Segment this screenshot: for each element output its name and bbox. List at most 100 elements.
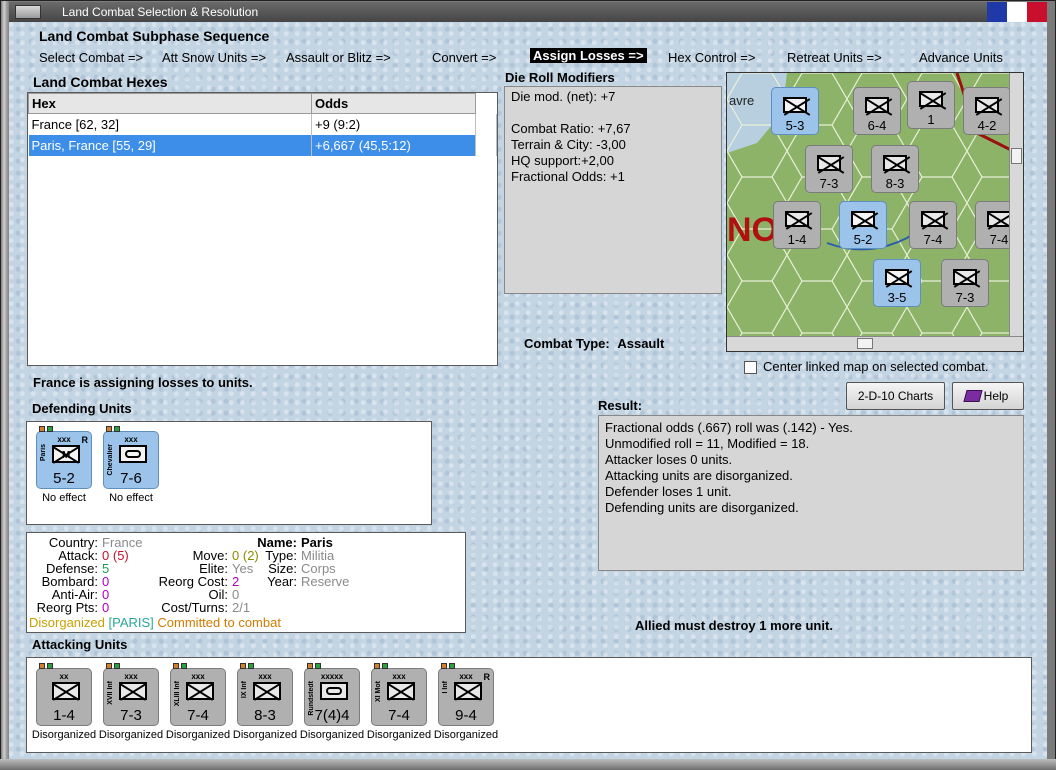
map-unit-counter[interactable]: 8-3 [871, 145, 919, 193]
table-row[interactable]: France [62, 32] +9 (9:2) [28, 113, 497, 135]
unit-counter[interactable]: xxx XLIII Inf 7-4 [170, 663, 226, 726]
map-unit-strength: 3-5 [887, 290, 907, 305]
map-unit-counter[interactable]: 5-3 [771, 87, 819, 135]
unit-caption: Disorganized [299, 729, 365, 741]
unit-strength: 7-4 [388, 707, 410, 724]
combat-hexes-table: Hex Odds France [62, 32] +9 (9:2) Paris,… [28, 93, 497, 156]
column-header-hex[interactable]: Hex [28, 93, 312, 114]
unit-status-dot [106, 663, 112, 669]
map-horizontal-scrollbar[interactable] [727, 336, 1023, 351]
step-retreat-units[interactable]: Retreat Units => [787, 50, 882, 65]
system-menu-icon[interactable] [15, 5, 41, 19]
infantry-symbol-icon [52, 682, 80, 700]
unit-caption: No effect [42, 492, 86, 504]
costturns-label: Cost/Turns: [161, 600, 228, 615]
result-line: Attacker loses 0 units. [605, 452, 733, 467]
armor-symbol-icon [320, 682, 348, 700]
center-map-checkbox[interactable] [744, 361, 757, 374]
map-unit-counter[interactable]: 4-2 [963, 87, 1011, 135]
map-unit-counter[interactable]: 7-4 [909, 201, 957, 249]
center-map-label: Center linked map on selected combat. [763, 359, 989, 374]
unit-counter[interactable]: xxx XVII Inf 7-3 [103, 663, 159, 726]
map-unit-counter[interactable]: 7-3 [805, 145, 853, 193]
step-att-snow-units[interactable]: Att Snow Units => [162, 50, 266, 65]
unit-name: Paris [40, 444, 47, 462]
unit-strength: 8-3 [254, 707, 276, 724]
unit-counter[interactable]: xxxxx Rundstedt 7(4)4 [304, 663, 360, 726]
help-button-label: Help [983, 389, 1009, 403]
unit-status-dot [240, 663, 246, 669]
infantry-symbol-icon [919, 91, 943, 107]
step-assault-or-blitz[interactable]: Assault or Blitz => [286, 50, 391, 65]
step-convert[interactable]: Convert => [432, 50, 496, 65]
infantry-symbol-icon [953, 269, 977, 285]
status-disorganized: Disorganized [29, 615, 105, 630]
map-unit-counter[interactable]: 1 [907, 81, 955, 129]
map-unit-counter[interactable]: 7-3 [941, 259, 989, 307]
map-unit-strength: 8-3 [885, 176, 905, 191]
unit-size: xxx [258, 672, 272, 681]
step-advance-units[interactable]: Advance Units [919, 50, 1003, 65]
unit-name: XI Mot [375, 681, 382, 702]
linked-map[interactable]: avre NO 5-3 6-4 1 4-2 7-3 8-3 1-4 5-2 7-4 7-4 3-5 7… [726, 72, 1024, 352]
help-book-icon [963, 390, 983, 402]
column-header-odds[interactable]: Odds [311, 93, 476, 114]
fractional-odds: Fractional Odds: +1 [511, 169, 625, 184]
step-hex-control[interactable]: Hex Control => [668, 50, 755, 65]
unit-counter[interactable]: xxx IX Inf 8-3 [237, 663, 293, 726]
map-unit-strength: 7-3 [819, 176, 839, 191]
result-panel: Fractional odds (.667) roll was (.142) -… [598, 415, 1024, 571]
unit-caption: Disorganized [433, 729, 499, 741]
step-select-combat[interactable]: Select Combat => [39, 50, 143, 65]
unit-counter[interactable]: xxx I Inf R 9-4 [438, 663, 494, 726]
combat-hexes-heading: Land Combat Hexes [33, 74, 168, 90]
combat-type: Combat Type: Assault [524, 336, 664, 351]
unit-status-dot [39, 663, 45, 669]
map-unit-counter[interactable]: 3-5 [873, 259, 921, 307]
die-roll-panel: Die mod. (net): +7 Combat Ratio: +7,67 T… [504, 86, 722, 294]
combat-hexes-list[interactable]: Hex Odds France [62, 32] +9 (9:2) Paris,… [27, 92, 498, 366]
unit-status-dot [449, 663, 455, 669]
infantry-symbol-icon [783, 97, 807, 113]
costturns-value: 2/1 [232, 600, 251, 615]
map-unit-counter[interactable]: 5-2 [839, 201, 887, 249]
map-unit-strength: 5-3 [785, 118, 805, 133]
unit-strength: 7-4 [187, 707, 209, 724]
unit-status-dot [382, 663, 388, 669]
map-vscroll-thumb[interactable] [1011, 148, 1022, 164]
must-destroy-message: Allied must destroy 1 more unit. [635, 618, 833, 633]
unit-counter[interactable]: xxx Paris M R 5-2 [36, 426, 92, 489]
charts-button[interactable]: 2-D-10 Charts [846, 382, 945, 410]
table-row-selected[interactable]: Paris, France [55, 29] +6,667 (45,5:12) [28, 134, 497, 156]
unit-name: I Inf [442, 681, 449, 694]
map-unit-strength: 1 [927, 112, 935, 127]
unit-caption: No effect [109, 492, 153, 504]
unit-status-dot [374, 663, 380, 669]
unit-strength: 7-6 [120, 470, 142, 487]
france-flag-icon [987, 2, 1047, 22]
militia-badge: M [62, 450, 71, 461]
unit-caption: Disorganized [31, 729, 97, 741]
map-vertical-scrollbar[interactable] [1009, 73, 1023, 337]
year-value: Reserve [301, 574, 350, 589]
map-label-havre: avre [729, 93, 754, 108]
unit-status-dot [47, 426, 53, 432]
help-button[interactable]: Help [952, 382, 1024, 410]
result-line: Unmodified roll = 11, Modified = 18. [605, 436, 810, 451]
attack-extra: (5) [112, 548, 129, 563]
status-message: France is assigning losses to units. [33, 375, 253, 390]
unit-counter[interactable]: xxx XI Mot 7-4 [371, 663, 427, 726]
map-hscroll-thumb[interactable] [857, 338, 873, 349]
infantry-symbol-icon [851, 211, 875, 227]
unit-counter[interactable]: xxx Chevalier 7-6 [103, 426, 159, 489]
map-unit-counter[interactable]: 1-4 [773, 201, 821, 249]
unit-name: XLIII Inf [174, 681, 181, 707]
unit-status-dot [47, 663, 53, 669]
infantry-symbol-icon [975, 97, 999, 113]
map-unit-strength: 6-4 [867, 118, 887, 133]
unit-strength: 7-3 [120, 707, 142, 724]
map-unit-counter[interactable]: 6-4 [853, 87, 901, 135]
unit-counter[interactable]: xx 1-4 [36, 663, 92, 726]
step-assign-losses[interactable]: Assign Losses => [530, 48, 647, 63]
unit-status-dot [106, 426, 112, 432]
